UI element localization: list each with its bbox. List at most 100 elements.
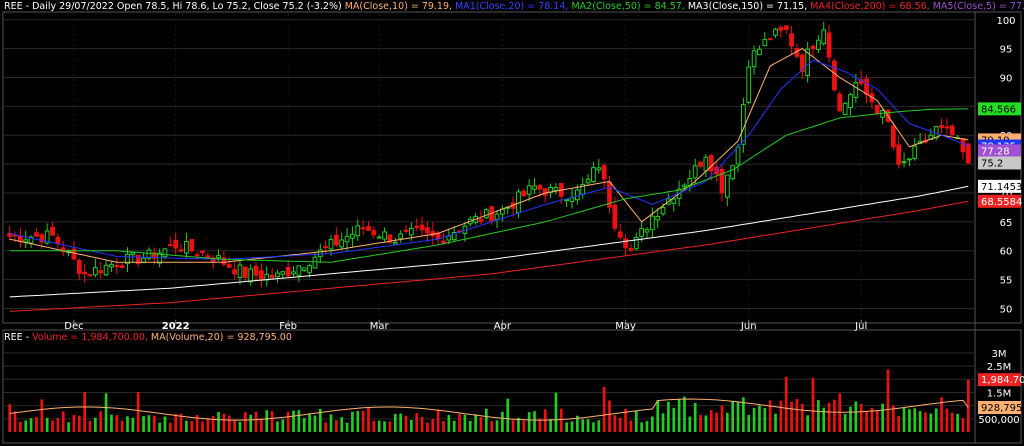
candle-body [692,165,698,179]
candle-body [633,236,639,250]
price-y-tick-label: 100 [996,16,1015,27]
price-tag: 68.5584 [978,194,1022,208]
candle-body [939,125,944,128]
candle-body [874,105,880,115]
candle-body [564,199,570,202]
candle-body [553,186,559,192]
candle-body [660,207,666,215]
candle-body [526,185,532,195]
price-tag-label: 68.5584 [981,197,1022,208]
candle-body [301,267,307,271]
candle-body [708,155,714,172]
volume-tag: 1,984.70 [978,373,1024,387]
price-y-tick-label: 50 [1000,304,1013,315]
candle-body [109,263,114,268]
candle-body [735,146,741,165]
candle-body [285,266,291,277]
candle-body [746,66,752,103]
series-line-ma3 [9,185,969,298]
price-tag: 84.566 [978,102,1021,116]
candle-body [671,198,677,204]
candle-body [328,239,334,250]
price-y-tick-label: 65 [1000,218,1013,229]
candle-body [414,225,420,228]
price-tag-label: 77.28 [981,146,1010,157]
candle-body [751,50,757,68]
candle-body [425,227,430,234]
price-y-tick-label: 60 [1000,247,1013,258]
candle-body [703,156,709,172]
candle-body [901,161,907,164]
series-line-ma1 [9,59,969,260]
candle-body [612,204,618,229]
candle-body [87,274,93,277]
candle-body [344,235,350,243]
candle-body [360,227,366,230]
candle-body [649,215,655,231]
candle-body [291,271,296,275]
candle-body [130,252,136,256]
candle-body [724,174,730,198]
price-volume-chart[interactable]: 50556065707580859095100Dec2022FebMarAprM… [0,0,1024,446]
candle-body [532,185,537,190]
candle-body [574,189,580,201]
candle-body [644,229,650,233]
candle-body [789,33,794,47]
candle-body [698,161,703,167]
candle-body [494,213,500,221]
price-tag-label: 84.566 [981,104,1016,115]
candle-body [55,236,61,245]
candle-body [767,38,773,41]
x-tick-label: Dec [64,321,83,332]
candle-body [280,271,286,275]
candle-body [912,145,918,159]
candle-body [419,224,425,231]
candle-body [832,60,837,91]
candle-body [890,125,896,148]
candle-body [307,265,312,273]
candle-body [237,264,243,279]
price-y-tick-label: 95 [1000,45,1013,56]
candle-body [591,167,596,182]
candle-body [773,28,778,36]
candle-body [408,227,414,236]
volume-tag-label: 928,795 [981,403,1022,414]
candle-body [483,209,489,219]
candle-body [50,226,55,236]
candle-body [92,267,98,276]
candle-body [965,143,971,164]
candle-body [296,265,302,276]
candle-body [585,178,591,184]
candle-body [253,265,259,276]
candle-body [232,269,237,275]
candle-body [601,165,607,180]
candle-body [596,167,602,171]
candle-body [815,39,821,51]
candle-body [537,184,543,190]
candle-body [339,239,345,248]
candle-body [848,94,853,108]
candle-body [441,240,446,244]
candle-body [98,270,104,274]
candle-body [226,264,232,268]
price-tag-label: 75.2 [981,158,1003,169]
x-tick-label: Jun [740,321,757,332]
volume-tag-label: 1,984.70 [981,375,1024,386]
candle-body [392,241,398,245]
series-line-ma2 [9,108,969,263]
candle-body [184,241,189,254]
candle-body [312,256,318,269]
candle-body [76,260,82,274]
candle-body [103,264,109,276]
x-tick-label: May [615,321,636,332]
volume-tag: 928,795 [978,401,1022,415]
series-line-ma [9,48,969,263]
candle-body [569,197,575,202]
candle-body [350,233,355,239]
candle-body [521,190,527,197]
candle-body [200,250,205,254]
candle-body [762,39,768,47]
price-y-tick-label: 55 [1000,276,1013,287]
price-tag: 75.2 [978,156,1021,170]
candle-body [371,230,377,236]
